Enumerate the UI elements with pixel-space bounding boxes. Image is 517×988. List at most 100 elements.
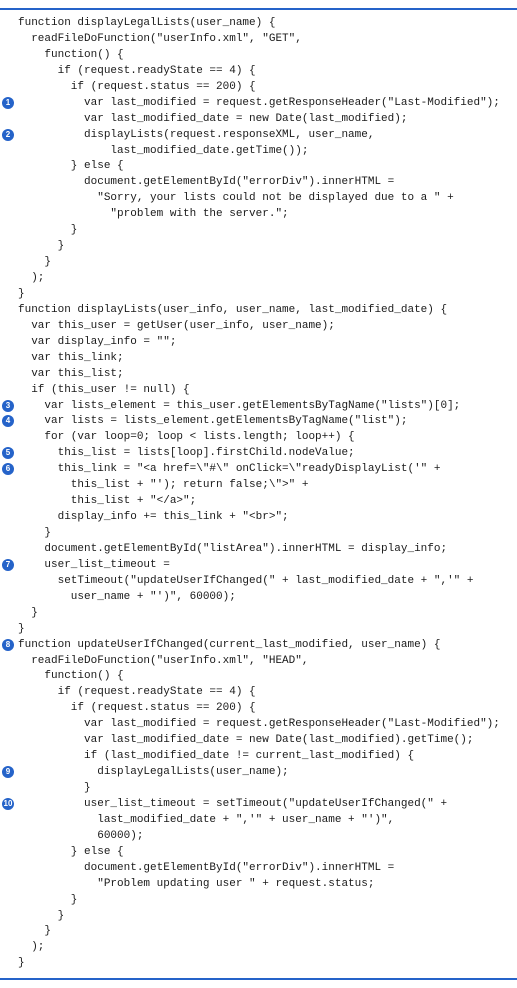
- code-text: if (request.readyState == 4) {: [18, 685, 517, 701]
- code-line: }: [0, 255, 517, 271]
- code-line: function() {: [0, 669, 517, 685]
- code-text: }: [18, 606, 517, 622]
- code-line: }: [0, 606, 517, 622]
- code-line: if (request.status == 200) {: [0, 701, 517, 717]
- code-text: 60000);: [18, 829, 517, 845]
- code-line: 8 function updateUserIfChanged(current_la…: [0, 638, 517, 654]
- code-area: function displayLegalLists(user_name) { …: [0, 16, 517, 972]
- code-line: }: [0, 909, 517, 925]
- code-text: displayLists(request.responseXML, user_n…: [18, 128, 517, 144]
- code-text: function updateUserIfChanged(current_las…: [18, 638, 517, 654]
- code-text: var last_modified_date = new Date(last_m…: [18, 733, 517, 749]
- code-text: }: [18, 526, 517, 542]
- code-line: if (request.status == 200) {: [0, 80, 517, 96]
- code-line: );: [0, 940, 517, 956]
- callout-marker: 6: [0, 462, 18, 478]
- code-line: var last_modified_date = new Date(last_m…: [0, 112, 517, 128]
- code-line: 4 var lists = lists_element.getElementsB…: [0, 414, 517, 430]
- code-line: 1 var last_modified = request.getRespons…: [0, 96, 517, 112]
- code-text: if (last_modified_date != current_last_m…: [18, 749, 517, 765]
- code-line: if (request.readyState == 4) {: [0, 685, 517, 701]
- code-text: }: [18, 287, 517, 303]
- callout-marker: 7: [0, 558, 18, 574]
- code-line: var this_link;: [0, 351, 517, 367]
- callout-number-icon: 5: [2, 447, 14, 459]
- code-text: "Sorry, your lists could not be displaye…: [18, 191, 517, 207]
- code-text: function() {: [18, 669, 517, 685]
- code-text: var this_list;: [18, 367, 517, 383]
- code-text: display_info += this_link + "<br>";: [18, 510, 517, 526]
- code-text: }: [18, 622, 517, 638]
- callout-number-icon: 4: [2, 415, 14, 427]
- code-text: }: [18, 239, 517, 255]
- code-line: document.getElementById("errorDiv").inne…: [0, 175, 517, 191]
- code-line: var last_modified = request.getResponseH…: [0, 717, 517, 733]
- code-line: }: [0, 924, 517, 940]
- code-text: "problem with the server.";: [18, 207, 517, 223]
- code-text: last_modified_date + ",'" + user_name + …: [18, 813, 517, 829]
- code-text: var last_modified = request.getResponseH…: [18, 717, 517, 733]
- callout-marker: 1: [0, 96, 18, 112]
- callout-marker: 8: [0, 638, 18, 654]
- code-line: } else {: [0, 159, 517, 175]
- code-text: var last_modified = request.getResponseH…: [18, 96, 517, 112]
- code-line: var this_user = getUser(user_info, user_…: [0, 319, 517, 335]
- code-text: if (this_user != null) {: [18, 383, 517, 399]
- code-text: }: [18, 893, 517, 909]
- code-text: readFileDoFunction("userInfo.xml", "GET"…: [18, 32, 517, 48]
- callout-marker: 4: [0, 414, 18, 430]
- code-line: } else {: [0, 845, 517, 861]
- code-line: 6 this_link = "<a href=\"#\" onClick=\"r…: [0, 462, 517, 478]
- code-text: for (var loop=0; loop < lists.length; lo…: [18, 430, 517, 446]
- code-line: 7 user_list_timeout =: [0, 558, 517, 574]
- code-line: }: [0, 893, 517, 909]
- code-text: document.getElementById("listArea").inne…: [18, 542, 517, 558]
- code-text: user_name + "')", 60000);: [18, 590, 517, 606]
- callout-number-icon: 3: [2, 400, 14, 412]
- code-text: if (request.readyState == 4) {: [18, 64, 517, 80]
- code-text: setTimeout("updateUserIfChanged(" + last…: [18, 574, 517, 590]
- code-line: readFileDoFunction("userInfo.xml", "GET"…: [0, 32, 517, 48]
- callout-number-icon: 6: [2, 463, 14, 475]
- code-text: document.getElementById("errorDiv").inne…: [18, 175, 517, 191]
- code-line: }: [0, 622, 517, 638]
- callout-marker: 9: [0, 765, 18, 781]
- code-text: } else {: [18, 159, 517, 175]
- code-text: var this_link;: [18, 351, 517, 367]
- code-line: last_modified_date + ",'" + user_name + …: [0, 813, 517, 829]
- code-line: user_name + "')", 60000);: [0, 590, 517, 606]
- code-line: "Problem updating user " + request.statu…: [0, 877, 517, 893]
- code-line: display_info += this_link + "<br>";: [0, 510, 517, 526]
- code-text: }: [18, 255, 517, 271]
- code-line: for (var loop=0; loop < lists.length; lo…: [0, 430, 517, 446]
- code-line: 5 this_list = lists[loop].firstChild.nod…: [0, 446, 517, 462]
- code-line: 3 var lists_element = this_user.getEleme…: [0, 399, 517, 415]
- code-line: document.getElementById("errorDiv").inne…: [0, 861, 517, 877]
- code-listing: function displayLegalLists(user_name) { …: [0, 8, 517, 980]
- code-text: }: [18, 956, 517, 972]
- code-line: this_list + "</a>";: [0, 494, 517, 510]
- code-text: function() {: [18, 48, 517, 64]
- code-line: }: [0, 239, 517, 255]
- callout-number-icon: 8: [2, 639, 14, 651]
- callout-number-icon: 1: [2, 97, 14, 109]
- code-text: var display_info = "";: [18, 335, 517, 351]
- code-line: 9 displayLegalLists(user_name);: [0, 765, 517, 781]
- code-line: }: [0, 287, 517, 303]
- code-text: }: [18, 781, 517, 797]
- code-line: 10 user_list_timeout = setTimeout("updat…: [0, 797, 517, 813]
- code-text: this_list = lists[loop].firstChild.nodeV…: [18, 446, 517, 462]
- code-text: var last_modified_date = new Date(last_m…: [18, 112, 517, 128]
- code-text: "Problem updating user " + request.statu…: [18, 877, 517, 893]
- code-line: var last_modified_date = new Date(last_m…: [0, 733, 517, 749]
- code-line: if (this_user != null) {: [0, 383, 517, 399]
- code-line: }: [0, 526, 517, 542]
- code-text: }: [18, 223, 517, 239]
- code-line: "problem with the server.";: [0, 207, 517, 223]
- code-text: } else {: [18, 845, 517, 861]
- code-line: setTimeout("updateUserIfChanged(" + last…: [0, 574, 517, 590]
- code-text: user_list_timeout =: [18, 558, 517, 574]
- code-text: function displayLists(user_info, user_na…: [18, 303, 517, 319]
- code-text: );: [18, 271, 517, 287]
- code-line: 60000);: [0, 829, 517, 845]
